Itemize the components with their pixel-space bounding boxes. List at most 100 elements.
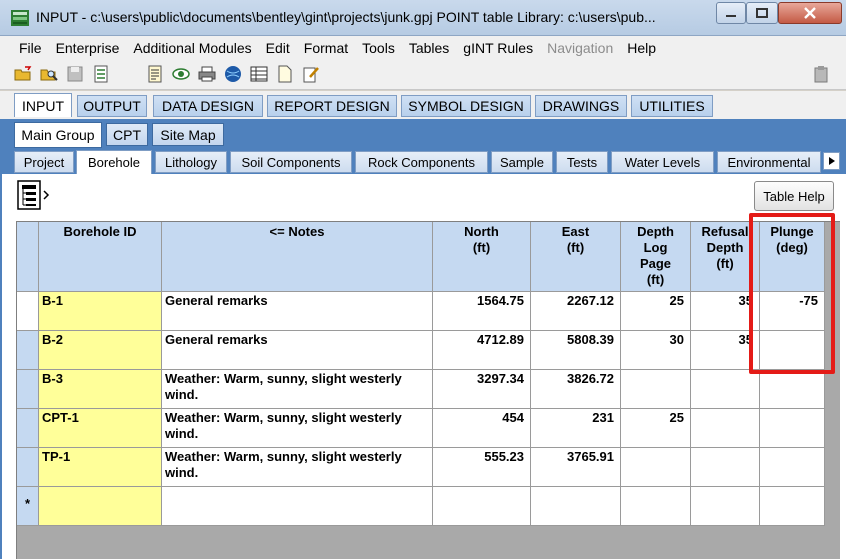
borehole-id-cell[interactable]: CPT-1 xyxy=(39,409,162,448)
new-depth-log-page-cell[interactable] xyxy=(621,487,691,526)
east-cell[interactable]: 3826.72 xyxy=(531,370,621,409)
header-east[interactable]: East (ft) xyxy=(531,222,621,292)
tab-cpt[interactable]: CPT xyxy=(106,123,148,146)
notes-cell[interactable]: Weather: Warm, sunny, slight westerly wi… xyxy=(162,409,433,448)
menu-additional-modules[interactable]: Additional Modules xyxy=(126,40,258,56)
header-depth-log-page[interactable]: Depth Log Page (ft) xyxy=(621,222,691,292)
tab-project[interactable]: Project xyxy=(14,151,74,173)
clipboard-icon[interactable] xyxy=(812,65,830,83)
row-selector[interactable] xyxy=(17,292,39,331)
north-cell[interactable]: 1564.75 xyxy=(433,292,531,331)
tab-report-design[interactable]: REPORT DESIGN xyxy=(267,95,397,117)
row-selector[interactable] xyxy=(17,370,39,409)
properties-icon[interactable] xyxy=(92,65,110,83)
tab-site-map[interactable]: Site Map xyxy=(152,123,224,146)
header-notes[interactable]: <= Notes xyxy=(162,222,433,292)
tabs-scroll-right-button[interactable] xyxy=(823,152,840,170)
north-cell[interactable]: 555.23 xyxy=(433,448,531,487)
plunge-cell[interactable] xyxy=(760,331,825,370)
row-selector[interactable] xyxy=(17,409,39,448)
plunge-cell[interactable]: -75 xyxy=(760,292,825,331)
search-folder-icon[interactable] xyxy=(40,65,58,83)
new-document-icon[interactable] xyxy=(276,65,294,83)
depth-log-page-cell[interactable]: 25 xyxy=(621,292,691,331)
tab-environmental[interactable]: Environmental xyxy=(717,151,821,173)
refusal-depth-cell[interactable] xyxy=(691,370,760,409)
menu-tables[interactable]: Tables xyxy=(402,40,456,56)
save-icon[interactable] xyxy=(66,65,84,83)
menu-help[interactable]: Help xyxy=(620,40,663,56)
tab-main-group[interactable]: Main Group xyxy=(14,122,102,148)
edit-document-icon[interactable] xyxy=(302,65,320,83)
new-borehole-id-cell[interactable] xyxy=(39,487,162,526)
tab-sample[interactable]: Sample xyxy=(491,151,553,173)
refusal-depth-cell[interactable] xyxy=(691,409,760,448)
plunge-cell[interactable] xyxy=(760,409,825,448)
notes-cell[interactable]: Weather: Warm, sunny, slight westerly wi… xyxy=(162,370,433,409)
header-refusal-depth[interactable]: Refusal Depth (ft) xyxy=(691,222,760,292)
header-borehole-id[interactable]: Borehole ID xyxy=(39,222,162,292)
depth-log-page-cell[interactable]: 25 xyxy=(621,409,691,448)
east-cell[interactable]: 5808.39 xyxy=(531,331,621,370)
menu-gint-rules[interactable]: gINT Rules xyxy=(456,40,540,56)
plunge-cell[interactable] xyxy=(760,370,825,409)
outline-tree-icon[interactable] xyxy=(17,180,51,210)
tab-input[interactable]: INPUT xyxy=(14,93,72,117)
depth-log-page-cell[interactable] xyxy=(621,370,691,409)
depth-log-page-cell[interactable]: 30 xyxy=(621,331,691,370)
grid-corner-cell[interactable] xyxy=(17,222,39,292)
borehole-id-cell[interactable]: B-1 xyxy=(39,292,162,331)
east-cell[interactable]: 2267.12 xyxy=(531,292,621,331)
refusal-depth-cell[interactable]: 35 xyxy=(691,331,760,370)
new-plunge-cell[interactable] xyxy=(760,487,825,526)
open-folder-icon[interactable] xyxy=(14,65,32,83)
menu-format[interactable]: Format xyxy=(297,40,355,56)
new-north-cell[interactable] xyxy=(433,487,531,526)
header-plunge[interactable]: Plunge (deg) xyxy=(760,222,825,292)
new-row-marker[interactable]: * xyxy=(17,487,39,526)
globe-icon[interactable] xyxy=(224,65,242,83)
tab-drawings[interactable]: DRAWINGS xyxy=(535,95,627,117)
new-refusal-depth-cell[interactable] xyxy=(691,487,760,526)
document-list-icon[interactable] xyxy=(146,65,164,83)
borehole-id-cell[interactable]: TP-1 xyxy=(39,448,162,487)
plunge-cell[interactable] xyxy=(760,448,825,487)
notes-cell[interactable]: General remarks xyxy=(162,331,433,370)
notes-cell[interactable]: Weather: Warm, sunny, slight westerly wi… xyxy=(162,448,433,487)
tab-utilities[interactable]: UTILITIES xyxy=(631,95,713,117)
tab-symbol-design[interactable]: SYMBOL DESIGN xyxy=(401,95,531,117)
east-cell[interactable]: 3765.91 xyxy=(531,448,621,487)
tab-output[interactable]: OUTPUT xyxy=(77,95,147,117)
north-cell[interactable]: 4712.89 xyxy=(433,331,531,370)
refusal-depth-cell[interactable]: 35 xyxy=(691,292,760,331)
menu-navigation[interactable]: Navigation xyxy=(540,40,620,56)
borehole-id-cell[interactable]: B-2 xyxy=(39,331,162,370)
row-selector[interactable] xyxy=(17,331,39,370)
tab-data-design[interactable]: DATA DESIGN xyxy=(153,95,263,117)
east-cell[interactable]: 231 xyxy=(531,409,621,448)
tab-soil-components[interactable]: Soil Components xyxy=(230,151,352,173)
print-icon[interactable] xyxy=(198,65,216,83)
close-button[interactable] xyxy=(778,2,842,24)
menu-enterprise[interactable]: Enterprise xyxy=(49,40,127,56)
minimize-button[interactable] xyxy=(716,2,746,24)
tab-lithology[interactable]: Lithology xyxy=(155,151,227,173)
tab-borehole[interactable]: Borehole xyxy=(76,150,152,174)
new-notes-cell[interactable] xyxy=(162,487,433,526)
refusal-depth-cell[interactable] xyxy=(691,448,760,487)
table-view-icon[interactable] xyxy=(250,65,268,83)
table-help-button[interactable]: Table Help xyxy=(754,181,834,211)
menu-edit[interactable]: Edit xyxy=(259,40,297,56)
north-cell[interactable]: 3297.34 xyxy=(433,370,531,409)
menu-file[interactable]: File xyxy=(12,40,49,56)
row-selector[interactable] xyxy=(17,448,39,487)
menu-tools[interactable]: Tools xyxy=(355,40,402,56)
tab-tests[interactable]: Tests xyxy=(556,151,608,173)
depth-log-page-cell[interactable] xyxy=(621,448,691,487)
maximize-button[interactable] xyxy=(746,2,778,24)
tab-rock-components[interactable]: Rock Components xyxy=(355,151,488,173)
north-cell[interactable]: 454 xyxy=(433,409,531,448)
preview-eye-icon[interactable] xyxy=(172,65,190,83)
header-north[interactable]: North (ft) xyxy=(433,222,531,292)
new-east-cell[interactable] xyxy=(531,487,621,526)
